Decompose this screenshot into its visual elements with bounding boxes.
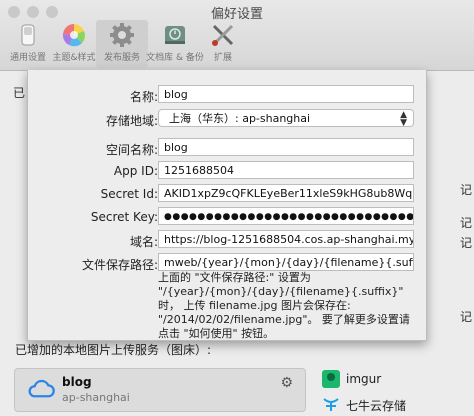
- service-name: 七牛云存储: [346, 399, 407, 413]
- toolbar-item-library-backup[interactable]: 文档库 & 备份: [146, 20, 204, 68]
- background-text: 记: [460, 183, 473, 197]
- imgur-icon: [322, 370, 340, 388]
- bucket-row: 空间名称: blog: [28, 138, 426, 158]
- region-value: 上海（华东）: ap-shanghai: [169, 112, 311, 125]
- name-label: 名称:: [129, 90, 158, 104]
- toolbar-label: 通用设置: [9, 53, 46, 63]
- background-text: 已: [13, 86, 26, 100]
- switch-icon: [21, 24, 35, 46]
- gear-icon: [110, 23, 134, 47]
- added-service-item[interactable]: blog ap-shanghai ⚙: [14, 368, 306, 412]
- background-text: 记: [460, 216, 473, 230]
- bucket-field[interactable]: blog: [158, 138, 414, 156]
- toolbar-item-general[interactable]: 通用设置: [2, 20, 54, 68]
- region-label: 存储地域:: [105, 114, 158, 128]
- tools-icon: [212, 24, 234, 46]
- appid-label: App ID:: [113, 164, 158, 178]
- service-settings-gear-icon[interactable]: ⚙: [280, 375, 293, 391]
- secretkey-label: Secret Key:: [90, 210, 158, 224]
- window-toolbar: 偏好设置 通用设置 主题&样式 发布服务 文档库 & 备份 扩展: [0, 0, 474, 71]
- cloud-icon: [28, 379, 55, 398]
- service-region: ap-shanghai: [62, 391, 130, 404]
- bucket-label: 空间名称:: [105, 143, 158, 157]
- time-machine-icon: [165, 26, 185, 44]
- toolbar-label: 发布服务: [103, 53, 140, 63]
- secretid-field[interactable]: AKID1xpZ9cQFKLEyeBer11xleS9kHG8ub8Wq: [158, 184, 414, 202]
- toolbar-label: 主题&样式: [52, 53, 96, 63]
- domain-field[interactable]: https://blog-1251688504.cos.ap-shanghai.…: [158, 230, 414, 248]
- toolbar-item-publish[interactable]: 发布服务: [96, 20, 148, 68]
- region-select[interactable]: 上海（华东）: ap-shanghai ▲ ▼: [158, 109, 414, 128]
- secretid-label: Secret Id:: [100, 187, 158, 201]
- up-down-arrows-icon: ▲ ▼: [400, 110, 407, 128]
- secretid-row: Secret Id: AKID1xpZ9cQFKLEyeBer11xleS9kH…: [28, 184, 426, 204]
- toolbar-item-theme[interactable]: 主题&样式: [48, 20, 100, 68]
- path-label: 文件保存路径:: [81, 258, 158, 272]
- color-wheel-icon: [62, 23, 85, 47]
- path-field[interactable]: mweb/{year}/{mon}/{day}/{filename}{.suff…: [158, 253, 414, 271]
- services-section-title: 已增加的本地图片上传服务（图床）:: [15, 343, 212, 357]
- service-name: imgur: [346, 372, 382, 386]
- toolbar-label: 扩展: [213, 53, 232, 63]
- service-name: blog: [62, 375, 92, 389]
- background-text: 记: [460, 310, 473, 324]
- secretkey-field[interactable]: ●●●●●●●●●●●●●●●●●●●●●●●●●●●●●●●●: [158, 207, 414, 225]
- appid-field[interactable]: 1251688504: [158, 161, 414, 179]
- appid-row: App ID: 1251688504: [28, 161, 426, 181]
- toolbar-item-extensions[interactable]: 扩展: [197, 20, 249, 68]
- name-field[interactable]: blog: [158, 85, 414, 103]
- service-settings-sheet: 名称: blog 存储地域: 上海（华东）: ap-shanghai ▲ ▼ 空间…: [27, 70, 427, 341]
- name-row: 名称: blog: [28, 85, 426, 105]
- path-help-text: 上面的 "文件保存路径:" 设置为 "/{year}/{mon}/{day}/{…: [158, 271, 410, 340]
- path-row: 文件保存路径: mweb/{year}/{mon}/{day}/{filenam…: [28, 253, 426, 273]
- domain-row: 域名: https://blog-1251688504.cos.ap-shang…: [28, 230, 426, 250]
- region-row: 存储地域: 上海（华东）: ap-shanghai ▲ ▼: [28, 109, 426, 129]
- domain-label: 域名:: [129, 235, 158, 249]
- qiniu-icon: [322, 395, 340, 413]
- toolbar-label: 文档库 & 备份: [146, 53, 204, 63]
- background-text: 记: [460, 236, 473, 250]
- secretkey-row: Secret Key: ●●●●●●●●●●●●●●●●●●●●●●●●●●●●…: [28, 207, 426, 227]
